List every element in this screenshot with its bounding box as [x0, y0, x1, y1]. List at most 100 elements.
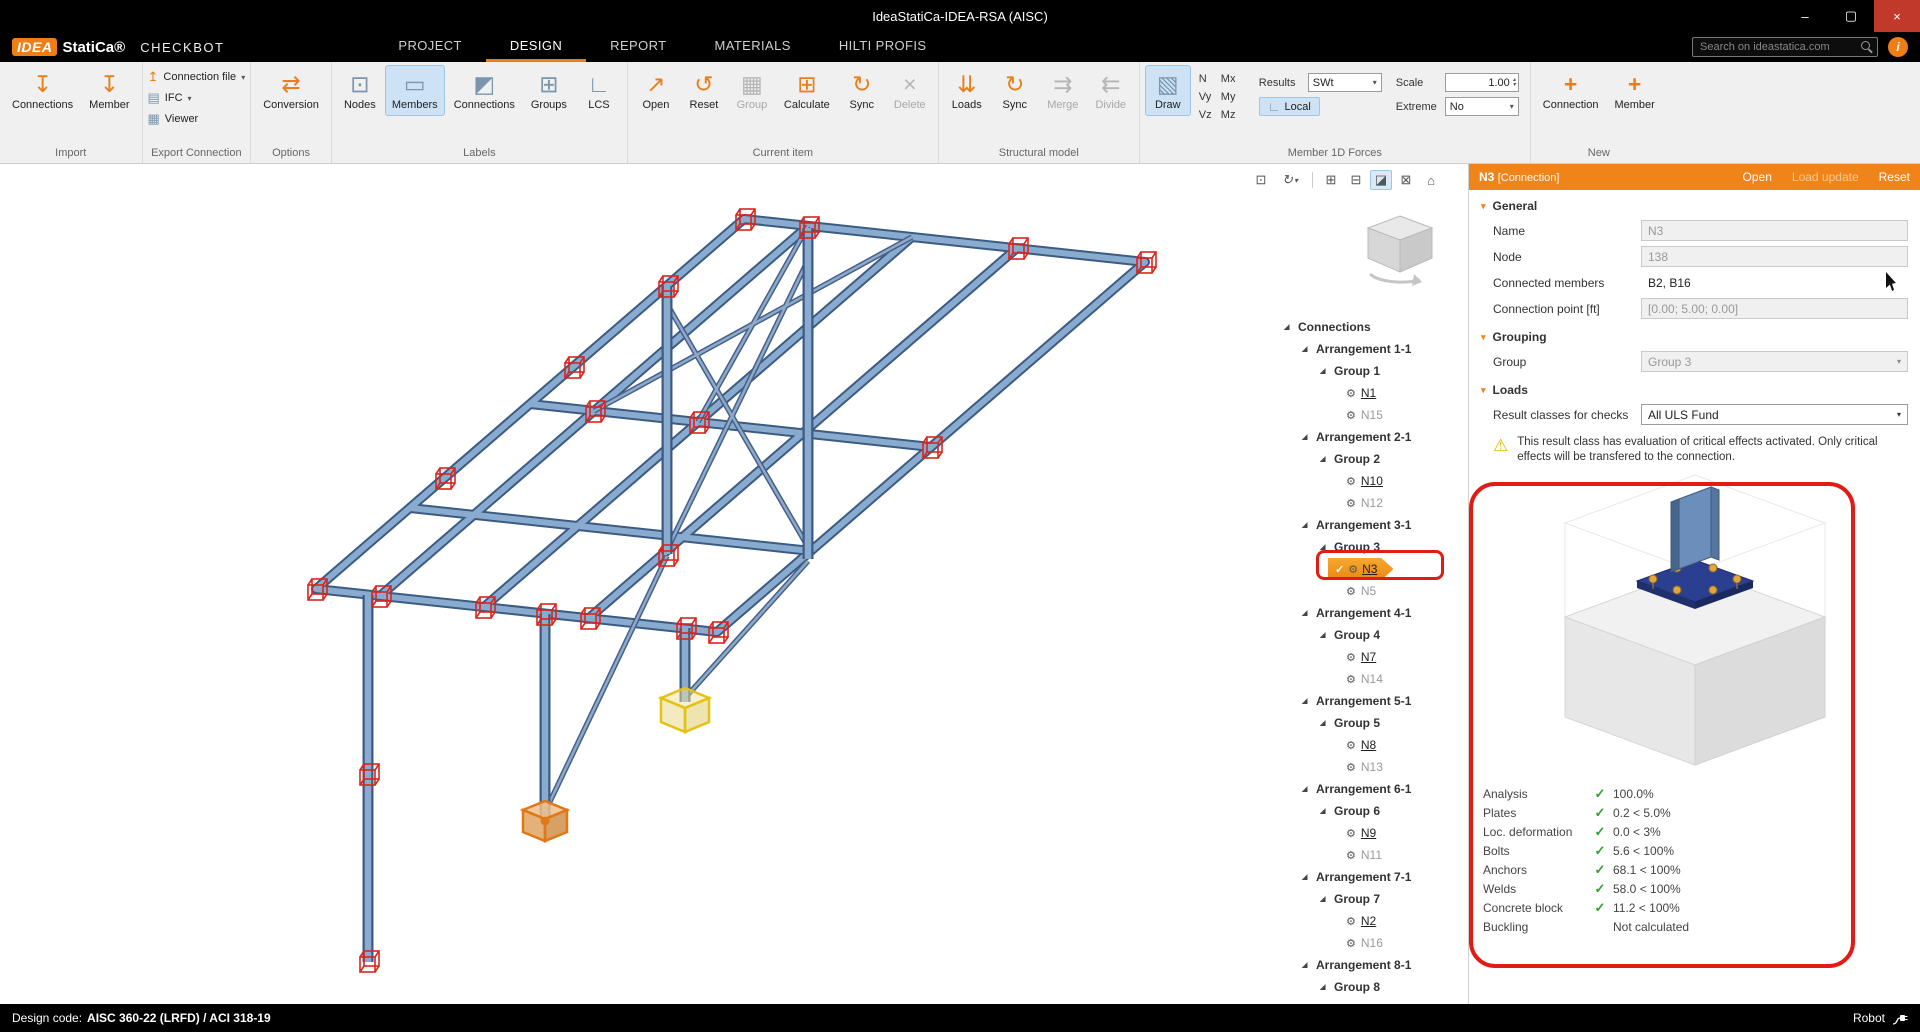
group-button[interactable]: ▦ Group	[729, 65, 775, 116]
support-node-orange-selected[interactable]	[523, 801, 567, 841]
node-field[interactable]: 138	[1641, 246, 1908, 267]
ifc-button[interactable]: ▤ IFC ▾	[148, 90, 192, 106]
divide-button[interactable]: ⇇ Divide	[1088, 65, 1134, 116]
expand-icon[interactable]: ◢	[1302, 961, 1311, 969]
tree-item-connections[interactable]: ◢Connections	[1272, 316, 1468, 338]
labels-groups-button[interactable]: ⊞ Groups	[524, 65, 574, 116]
section-grouping[interactable]: ▾Grouping	[1469, 321, 1920, 348]
expand-icon[interactable]: ◢	[1320, 719, 1329, 727]
tree-item-node[interactable]: ⚙N14	[1272, 668, 1468, 690]
labels-lcs-button[interactable]: ∟ LCS	[576, 65, 622, 116]
tab-project[interactable]: PROJECT	[374, 32, 485, 62]
import-member-button[interactable]: ↧ Member	[82, 65, 136, 116]
tree-item-group[interactable]: ◢Group 4	[1272, 624, 1468, 646]
open-button[interactable]: ↗ Open	[633, 65, 679, 116]
view-top-icon[interactable]: ⊟	[1345, 170, 1367, 190]
tree-item-arrangement[interactable]: ◢Arrangement 7-1	[1272, 866, 1468, 888]
open-connection-button[interactable]: Open	[1743, 170, 1772, 184]
tab-report[interactable]: REPORT	[586, 32, 690, 62]
robot-link-status[interactable]: Robot	[1853, 1011, 1908, 1025]
tree-item-arrangement[interactable]: ◢Arrangement 1-1	[1272, 338, 1468, 360]
tree-item-arrangement[interactable]: ◢Arrangement 4-1	[1272, 602, 1468, 624]
tree-item-node[interactable]: ⚙N16	[1272, 932, 1468, 954]
toggle-n[interactable]: N	[1199, 73, 1215, 90]
tree-item-group[interactable]: ◢Group 6	[1272, 800, 1468, 822]
search-icon[interactable]	[1861, 41, 1870, 50]
tree-item-arrangement[interactable]: ◢Arrangement 5-1	[1272, 690, 1468, 712]
toggle-mx[interactable]: Mx	[1221, 73, 1243, 90]
labels-connections-button[interactable]: ◩ Connections	[447, 65, 522, 116]
tree-item-group[interactable]: ◢Group 8	[1272, 976, 1468, 998]
toggle-vz[interactable]: Vz	[1199, 109, 1215, 126]
expand-icon[interactable]: ◢	[1302, 697, 1311, 705]
tree-item-node[interactable]: ⚙N11	[1272, 844, 1468, 866]
view-axonometry-icon[interactable]: ◪	[1370, 170, 1392, 190]
load-update-button[interactable]: Load update	[1792, 170, 1859, 184]
support-node-yellow-highlight[interactable]	[661, 688, 709, 732]
expand-icon[interactable]: ◢	[1302, 433, 1311, 441]
close-button[interactable]: ×	[1874, 0, 1920, 32]
draw-button[interactable]: ▧ Draw	[1145, 65, 1191, 116]
connection-file-button[interactable]: ↥ Connection file ▾	[148, 69, 246, 85]
expand-icon[interactable]: ◢	[1302, 785, 1311, 793]
connection-3d-preview[interactable]	[1469, 469, 1920, 775]
local-toggle[interactable]: ∟ Local	[1259, 97, 1320, 116]
extreme-select[interactable]: No ▾	[1445, 97, 1519, 116]
expand-icon[interactable]: ◢	[1320, 895, 1329, 903]
reset-button[interactable]: ↺ Reset	[681, 65, 727, 116]
tree-item-node[interactable]: ⚙N8	[1272, 734, 1468, 756]
section-general[interactable]: ▾General	[1469, 190, 1920, 217]
tree-item-node[interactable]: ⚙N13	[1272, 756, 1468, 778]
new-member-button[interactable]: + Member	[1607, 65, 1661, 116]
tree-item-group[interactable]: ◢Group 5	[1272, 712, 1468, 734]
rotate-view-icon[interactable]: ↻▾	[1275, 170, 1305, 190]
expand-icon[interactable]: ◢	[1320, 807, 1329, 815]
tree-item-node[interactable]: ⚙N9	[1272, 822, 1468, 844]
result-classes-select[interactable]: All ULS Fund▾	[1641, 404, 1908, 425]
tree-item-node[interactable]: ⚙N7	[1272, 646, 1468, 668]
expand-icon[interactable]: ◢	[1320, 543, 1329, 551]
expand-icon[interactable]: ◢	[1320, 455, 1329, 463]
reset-connection-button[interactable]: Reset	[1879, 170, 1910, 184]
maximize-button[interactable]: ▢	[1828, 0, 1874, 32]
loads-button[interactable]: ⇊ Loads	[944, 65, 990, 116]
expand-icon[interactable]: ◢	[1320, 631, 1329, 639]
minimize-button[interactable]: –	[1782, 0, 1828, 32]
toggle-my[interactable]: My	[1221, 91, 1243, 108]
calculate-button[interactable]: ⊞ Calculate	[777, 65, 837, 116]
tree-item-group[interactable]: ◢Group 2	[1272, 448, 1468, 470]
new-connection-button[interactable]: + Connection	[1536, 65, 1606, 116]
search-input[interactable]	[1692, 37, 1878, 57]
tree-item-group[interactable]: ◢Group 3	[1272, 536, 1468, 558]
tree-item-arrangement[interactable]: ◢Arrangement 8-1	[1272, 954, 1468, 976]
home-view-icon[interactable]: ⌂	[1420, 170, 1442, 190]
structural-sync-button[interactable]: ↻ Sync	[992, 65, 1038, 116]
labels-nodes-button[interactable]: ⊡ Nodes	[337, 65, 383, 116]
toggle-mz[interactable]: Mz	[1221, 109, 1243, 126]
tree-item-node[interactable]: ⚙N15	[1272, 404, 1468, 426]
expand-icon[interactable]: ◢	[1320, 983, 1329, 991]
help-icon[interactable]: i	[1888, 37, 1908, 57]
view-front-icon[interactable]: ⊞	[1320, 170, 1342, 190]
tab-materials[interactable]: MATERIALS	[691, 32, 815, 62]
toggle-vy[interactable]: Vy	[1199, 91, 1215, 108]
section-loads[interactable]: ▾Loads	[1469, 374, 1920, 401]
connection-markers[interactable]	[308, 209, 1156, 972]
tree-item-node[interactable]: ⚙N12	[1272, 492, 1468, 514]
tree-item-group[interactable]: ◢Group 7	[1272, 888, 1468, 910]
results-select[interactable]: SWt ▾	[1308, 73, 1382, 92]
tree-item-arrangement[interactable]: ◢Arrangement 3-1	[1272, 514, 1468, 536]
tree-item-node[interactable]: ⚙N10	[1272, 470, 1468, 492]
tree-item-arrangement[interactable]: ◢Arrangement 2-1	[1272, 426, 1468, 448]
structural-model-3d[interactable]	[0, 164, 1272, 1004]
tree-item-node[interactable]: ⚙N5	[1272, 580, 1468, 602]
tab-design[interactable]: DESIGN	[486, 32, 586, 62]
tree-item-node[interactable]: ⚙N2	[1272, 910, 1468, 932]
expand-icon[interactable]: ◢	[1302, 521, 1311, 529]
tree-item-group[interactable]: ◢Group 1	[1272, 360, 1468, 382]
name-field[interactable]: N3	[1641, 220, 1908, 241]
view-solid-icon[interactable]: ⊠	[1395, 170, 1417, 190]
sync-button[interactable]: ↻ Sync	[839, 65, 885, 116]
tree-item-arrangement[interactable]: ◢Arrangement 6-1	[1272, 778, 1468, 800]
group-select[interactable]: Group 3▾	[1641, 351, 1908, 372]
